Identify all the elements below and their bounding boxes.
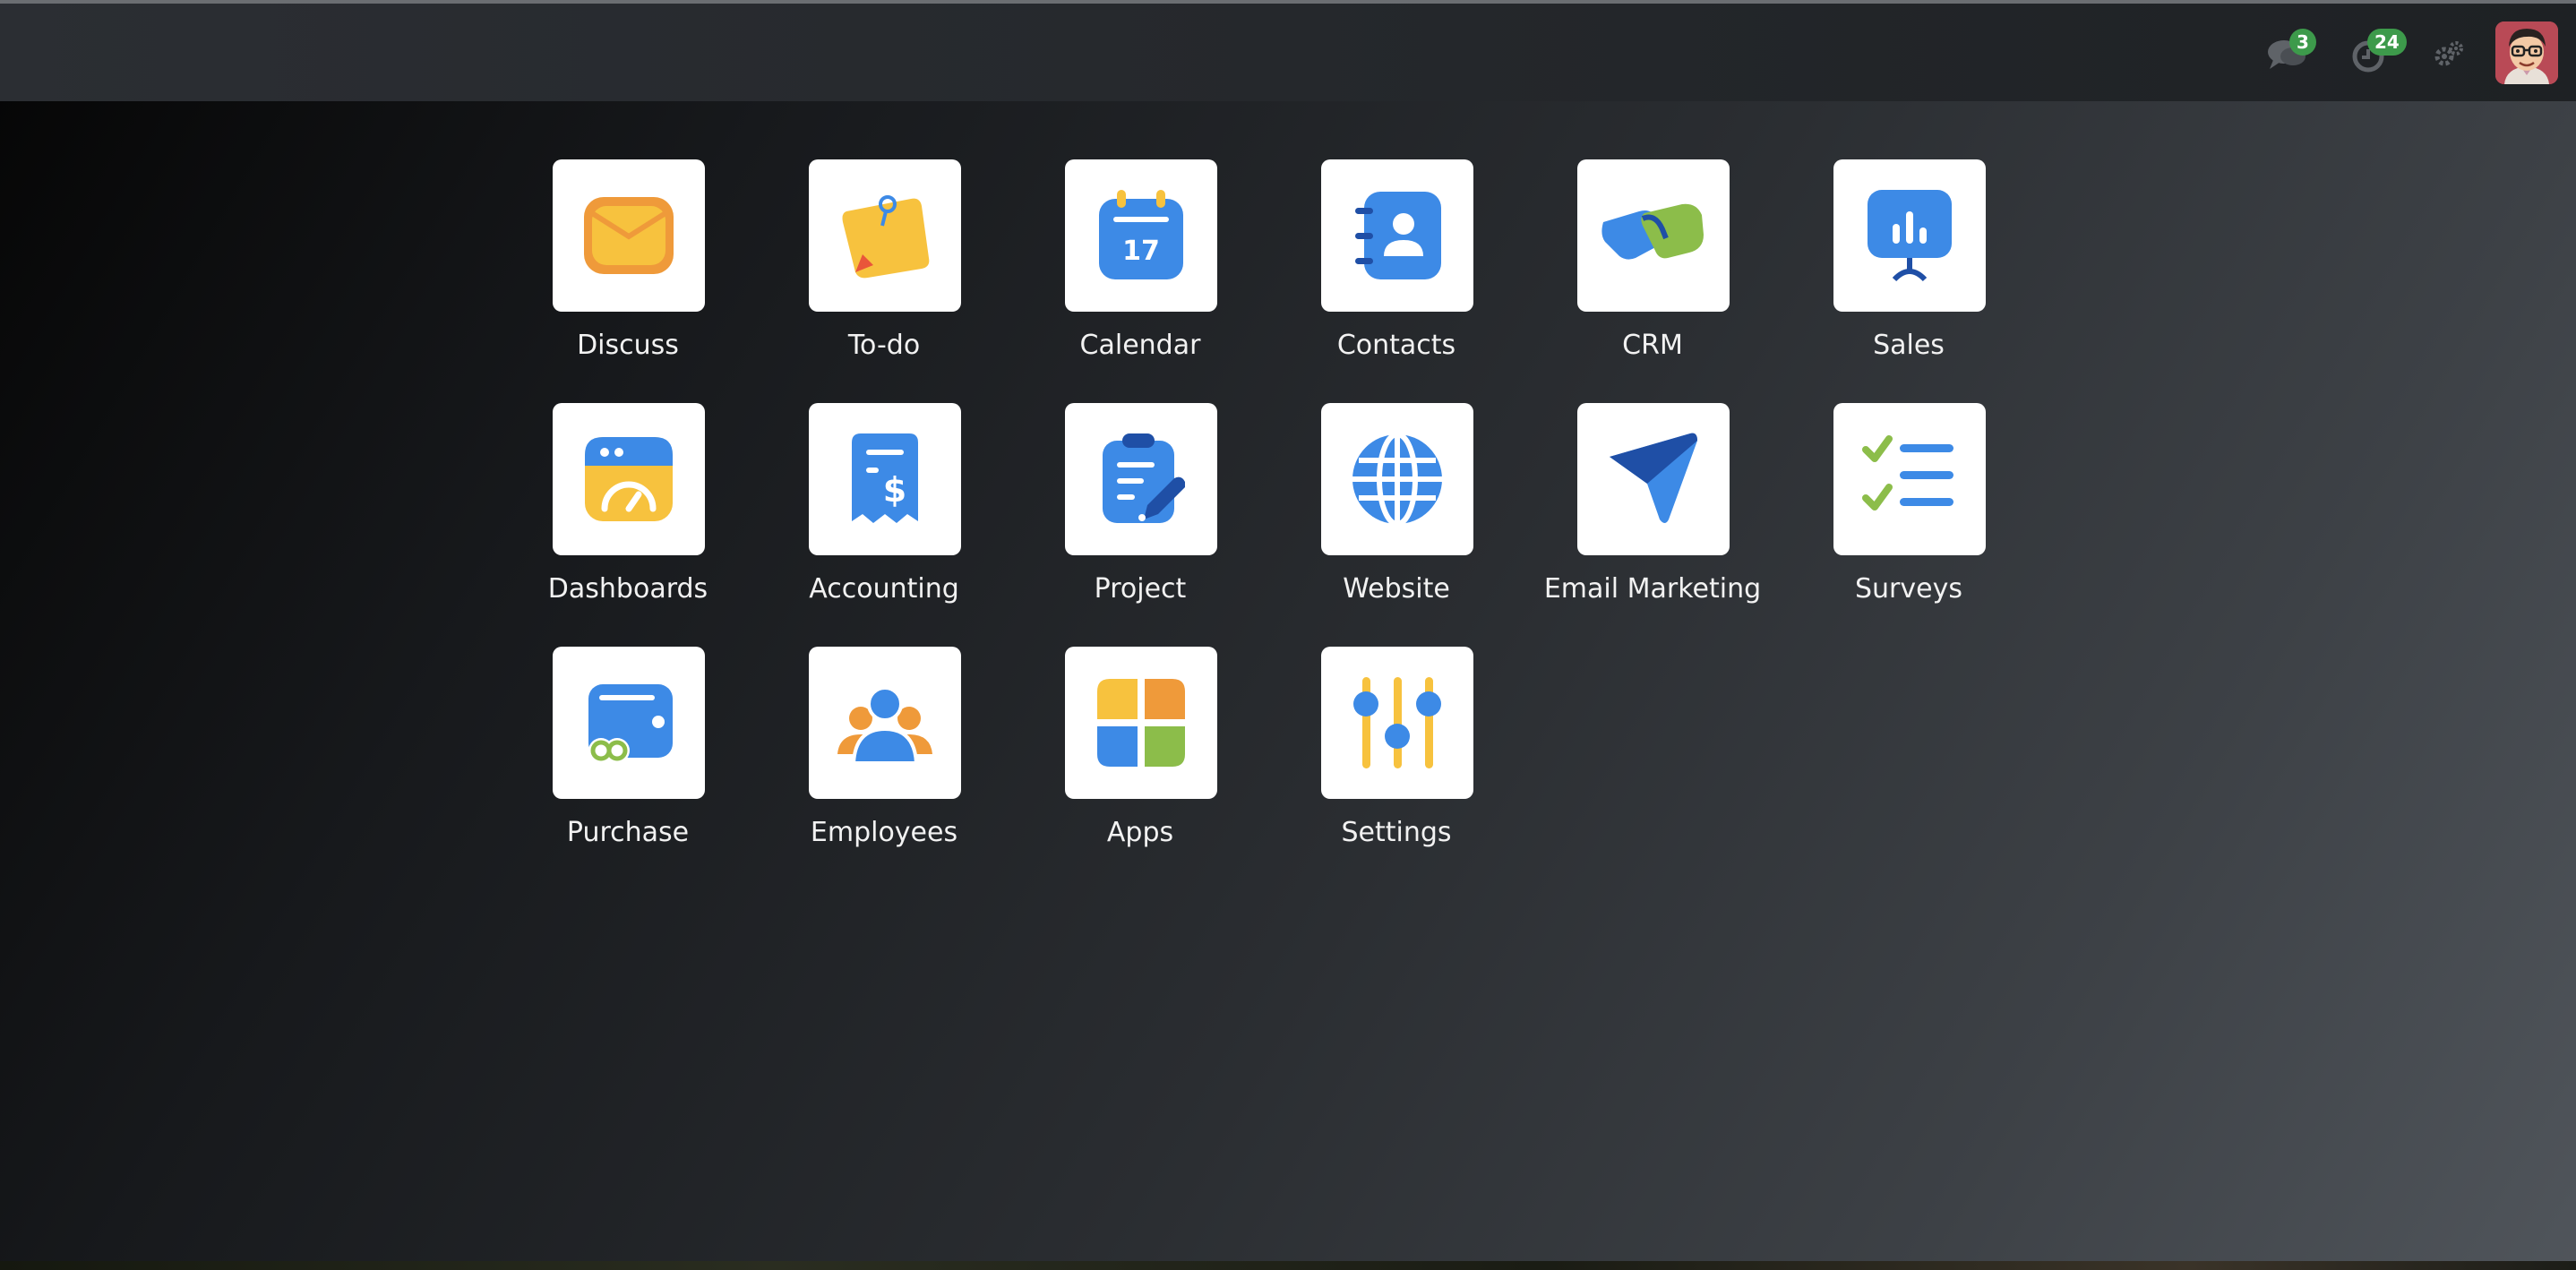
accounting-icon: $ bbox=[852, 433, 918, 523]
surveys-icon bbox=[1862, 435, 1953, 511]
gears-icon bbox=[2434, 41, 2463, 66]
app-label: Accounting bbox=[809, 573, 959, 605]
app-tile bbox=[1065, 647, 1217, 799]
avatar-icon bbox=[2495, 21, 2558, 84]
sales-icon bbox=[1868, 190, 1952, 282]
app-label: Email Marketing bbox=[1543, 573, 1762, 605]
app-tile bbox=[1321, 159, 1473, 312]
app-tile bbox=[553, 403, 705, 555]
app-project[interactable]: Project bbox=[1006, 403, 1275, 618]
app-settings[interactable]: Settings bbox=[1262, 647, 1531, 862]
app-tile bbox=[1321, 403, 1473, 555]
crm-icon bbox=[1601, 203, 1704, 260]
app-dashboards[interactable]: Dashboards bbox=[494, 403, 762, 618]
app-tile bbox=[1833, 403, 1986, 555]
dashboards-icon bbox=[585, 437, 673, 521]
svg-text:$: $ bbox=[883, 470, 906, 510]
email-marketing-icon bbox=[1610, 433, 1697, 523]
app-tile bbox=[1065, 403, 1217, 555]
messages-badge: 3 bbox=[2289, 29, 2316, 56]
app-sales[interactable]: Sales bbox=[1774, 159, 2043, 374]
app-contacts[interactable]: Contacts bbox=[1262, 159, 1531, 374]
app-tile bbox=[809, 647, 961, 799]
app-tile: $ bbox=[809, 403, 961, 555]
debug-settings-button[interactable] bbox=[2425, 30, 2473, 79]
calendar-icon: 17 bbox=[1099, 190, 1183, 279]
app-tile bbox=[1577, 159, 1730, 312]
app-accounting[interactable]: $ Accounting bbox=[750, 403, 1018, 618]
app-crm[interactable]: CRM bbox=[1518, 159, 1787, 374]
app-tile bbox=[1577, 403, 1730, 555]
app-todo[interactable]: To-do bbox=[750, 159, 1018, 374]
app-label: To-do bbox=[847, 330, 921, 361]
app-apps[interactable]: Apps bbox=[1006, 647, 1275, 862]
app-email-marketing[interactable]: Email Marketing bbox=[1518, 403, 1787, 618]
app-label: Settings bbox=[1341, 817, 1452, 848]
app-label: Calendar bbox=[1079, 330, 1201, 361]
app-discuss[interactable]: Discuss bbox=[494, 159, 762, 374]
discuss-icon bbox=[584, 197, 674, 274]
app-employees[interactable]: Employees bbox=[750, 647, 1018, 862]
app-calendar[interactable]: 17 Calendar bbox=[1006, 159, 1275, 374]
app-website[interactable]: Website bbox=[1262, 403, 1531, 618]
app-label: Surveys bbox=[1855, 573, 1962, 605]
project-icon bbox=[1103, 433, 1185, 523]
app-label: Website bbox=[1343, 573, 1450, 605]
app-label: Purchase bbox=[566, 817, 690, 848]
app-tile: 17 bbox=[1065, 159, 1217, 312]
app-label: Employees bbox=[810, 817, 958, 848]
app-label: Discuss bbox=[577, 330, 679, 361]
messages-button[interactable]: 3 bbox=[2263, 29, 2316, 79]
purchase-icon bbox=[588, 684, 673, 763]
app-label: Project bbox=[1094, 573, 1187, 605]
employees-icon bbox=[837, 686, 932, 765]
settings-icon bbox=[1353, 677, 1441, 768]
user-avatar[interactable] bbox=[2495, 21, 2558, 84]
contacts-icon bbox=[1355, 192, 1441, 279]
app-purchase[interactable]: Purchase bbox=[494, 647, 762, 862]
website-icon bbox=[1352, 432, 1442, 527]
calendar-date: 17 bbox=[1122, 236, 1160, 267]
app-tile bbox=[809, 159, 961, 312]
app-surveys[interactable]: Surveys bbox=[1774, 403, 2043, 618]
background-bottom-edge bbox=[0, 1261, 2576, 1270]
app-label: Sales bbox=[1873, 330, 1945, 361]
activities-button[interactable]: 24 bbox=[2344, 29, 2407, 79]
app-tile bbox=[553, 159, 705, 312]
app-label: CRM bbox=[1622, 330, 1683, 361]
activities-badge: 24 bbox=[2367, 29, 2407, 56]
app-tile bbox=[1833, 159, 1986, 312]
app-tile bbox=[1321, 647, 1473, 799]
todo-icon bbox=[842, 195, 930, 279]
top-navbar: 3 24 bbox=[0, 4, 2576, 101]
apps-icon bbox=[1097, 679, 1185, 767]
app-label: Dashboards bbox=[547, 573, 708, 605]
app-label: Contacts bbox=[1336, 330, 1456, 361]
app-tile bbox=[553, 647, 705, 799]
app-label: Apps bbox=[1106, 817, 1174, 848]
